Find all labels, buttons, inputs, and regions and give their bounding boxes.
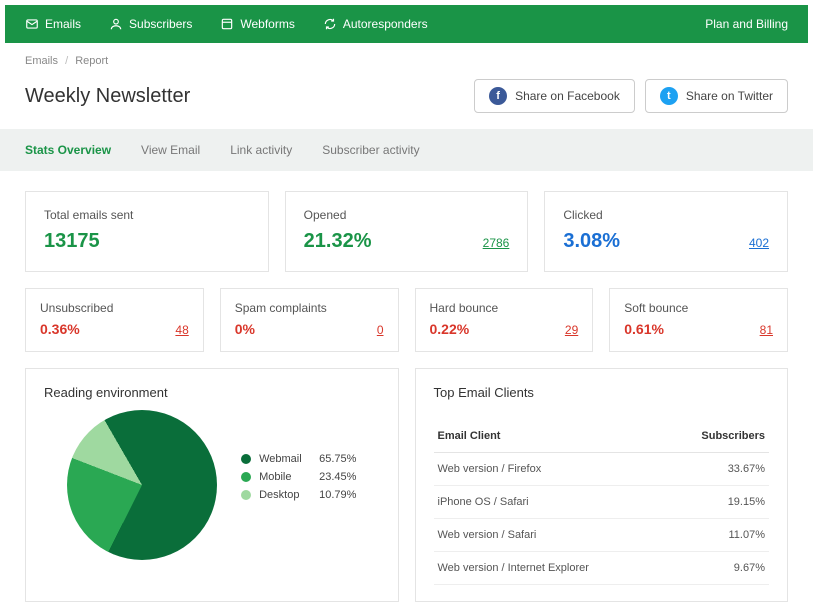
legend-row: Webmail 65.75% bbox=[241, 453, 356, 465]
client-pct: 9.67% bbox=[665, 552, 769, 585]
stat-label: Opened bbox=[304, 208, 510, 222]
legend-swatch bbox=[241, 472, 251, 482]
nav-webforms[interactable]: Webforms bbox=[220, 17, 294, 31]
share-facebook-button[interactable]: f Share on Facebook bbox=[474, 79, 635, 113]
breadcrumb-root[interactable]: Emails bbox=[25, 55, 58, 67]
legend-value: 23.45% bbox=[319, 471, 356, 483]
nav-autoresponders[interactable]: Autoresponders bbox=[323, 17, 428, 31]
stat-value: 0.61% bbox=[624, 321, 664, 337]
legend-row: Mobile 23.45% bbox=[241, 471, 356, 483]
tab-link-activity[interactable]: Link activity bbox=[230, 143, 292, 157]
stat-opened: Opened 21.32% 2786 bbox=[285, 191, 529, 272]
legend-value: 10.79% bbox=[319, 489, 356, 501]
stat-count-link[interactable]: 2786 bbox=[483, 236, 510, 250]
clients-col-name: Email Client bbox=[434, 420, 666, 453]
share-twitter-label: Share on Twitter bbox=[686, 89, 773, 103]
pie-legend: Webmail 65.75% Mobile 23.45% Desktop 10.79% bbox=[241, 453, 356, 507]
client-name: Web version / Safari bbox=[434, 519, 666, 552]
title-row: Weekly Newsletter f Share on Facebook t … bbox=[0, 75, 813, 129]
nav-plan-billing[interactable]: Plan and Billing bbox=[705, 17, 788, 31]
stat-total-sent: Total emails sent 13175 bbox=[25, 191, 269, 272]
top-nav: Emails Subscribers Webforms Autoresponde… bbox=[5, 5, 808, 43]
share-facebook-label: Share on Facebook bbox=[515, 89, 620, 103]
email-clients-table: Email Client Subscribers Web version / F… bbox=[434, 420, 770, 585]
legend-row: Desktop 10.79% bbox=[241, 489, 356, 501]
stat-label: Spam complaints bbox=[235, 301, 384, 315]
breadcrumb: Emails / Report bbox=[0, 43, 813, 75]
share-twitter-button[interactable]: t Share on Twitter bbox=[645, 79, 788, 113]
client-name: Web version / Internet Explorer bbox=[434, 552, 666, 585]
tab-stats-overview[interactable]: Stats Overview bbox=[25, 143, 111, 157]
stat-label: Total emails sent bbox=[44, 208, 250, 222]
breadcrumb-current: Report bbox=[75, 55, 108, 67]
stat-value: 0.36% bbox=[40, 321, 80, 337]
stat-label: Unsubscribed bbox=[40, 301, 189, 315]
user-icon bbox=[109, 17, 123, 31]
mail-icon bbox=[25, 17, 39, 31]
reading-environment-panel: Reading environment Webmail 65.75% Mobile 2… bbox=[25, 368, 399, 602]
panel-title: Top Email Clients bbox=[434, 385, 770, 400]
tab-subscriber-activity[interactable]: Subscriber activity bbox=[322, 143, 419, 157]
stat-value: 21.32% bbox=[304, 230, 372, 253]
stat-value: 0.22% bbox=[430, 321, 470, 337]
client-name: Web version / Firefox bbox=[434, 453, 666, 486]
legend-name: Mobile bbox=[259, 471, 311, 483]
stat-count-link[interactable]: 81 bbox=[760, 323, 773, 337]
tabs: Stats Overview View Email Link activity … bbox=[0, 129, 813, 171]
stats-secondary-row: Unsubscribed 0.36% 48 Spam complaints 0%… bbox=[25, 288, 788, 352]
client-pct: 33.67% bbox=[665, 453, 769, 486]
breadcrumb-sep: / bbox=[65, 55, 68, 67]
stats-primary-row: Total emails sent 13175 Opened 21.32% 27… bbox=[25, 191, 788, 272]
stat-label: Hard bounce bbox=[430, 301, 579, 315]
tab-view-email[interactable]: View Email bbox=[141, 143, 200, 157]
stat-clicked: Clicked 3.08% 402 bbox=[544, 191, 788, 272]
legend-name: Webmail bbox=[259, 453, 311, 465]
twitter-icon: t bbox=[660, 87, 678, 105]
clients-col-pct: Subscribers bbox=[665, 420, 769, 453]
stat-spam: Spam complaints 0% 0 bbox=[220, 288, 399, 352]
table-row: iPhone OS / Safari19.15% bbox=[434, 486, 770, 519]
stat-value: 3.08% bbox=[563, 230, 620, 253]
stat-value: 0% bbox=[235, 321, 255, 337]
stat-count-link[interactable]: 402 bbox=[749, 236, 769, 250]
top-email-clients-panel: Top Email Clients Email Client Subscribe… bbox=[415, 368, 789, 602]
client-pct: 19.15% bbox=[665, 486, 769, 519]
nav-label: Autoresponders bbox=[343, 17, 428, 31]
nav-emails[interactable]: Emails bbox=[25, 17, 81, 31]
legend-swatch bbox=[241, 490, 251, 500]
stat-label: Clicked bbox=[563, 208, 769, 222]
table-row: Web version / Safari11.07% bbox=[434, 519, 770, 552]
legend-swatch bbox=[241, 454, 251, 464]
nav-label: Emails bbox=[45, 17, 81, 31]
reading-env-pie-chart bbox=[67, 410, 217, 560]
stat-unsubscribed: Unsubscribed 0.36% 48 bbox=[25, 288, 204, 352]
stat-hard-bounce: Hard bounce 0.22% 29 bbox=[415, 288, 594, 352]
panel-title: Reading environment bbox=[44, 385, 380, 400]
nav-label: Subscribers bbox=[129, 17, 192, 31]
nav-label: Webforms bbox=[240, 17, 294, 31]
table-row: Web version / Firefox33.67% bbox=[434, 453, 770, 486]
legend-value: 65.75% bbox=[319, 453, 356, 465]
legend-name: Desktop bbox=[259, 489, 311, 501]
refresh-icon bbox=[323, 17, 337, 31]
stat-count-link[interactable]: 29 bbox=[565, 323, 578, 337]
stat-count-link[interactable]: 0 bbox=[377, 323, 384, 337]
stat-value: 13175 bbox=[44, 230, 100, 253]
nav-subscribers[interactable]: Subscribers bbox=[109, 17, 192, 31]
page-title: Weekly Newsletter bbox=[25, 85, 474, 108]
stat-count-link[interactable]: 48 bbox=[175, 323, 188, 337]
form-icon bbox=[220, 17, 234, 31]
stat-soft-bounce: Soft bounce 0.61% 81 bbox=[609, 288, 788, 352]
client-name: iPhone OS / Safari bbox=[434, 486, 666, 519]
table-row: Web version / Internet Explorer9.67% bbox=[434, 552, 770, 585]
stat-label: Soft bounce bbox=[624, 301, 773, 315]
facebook-icon: f bbox=[489, 87, 507, 105]
client-pct: 11.07% bbox=[665, 519, 769, 552]
